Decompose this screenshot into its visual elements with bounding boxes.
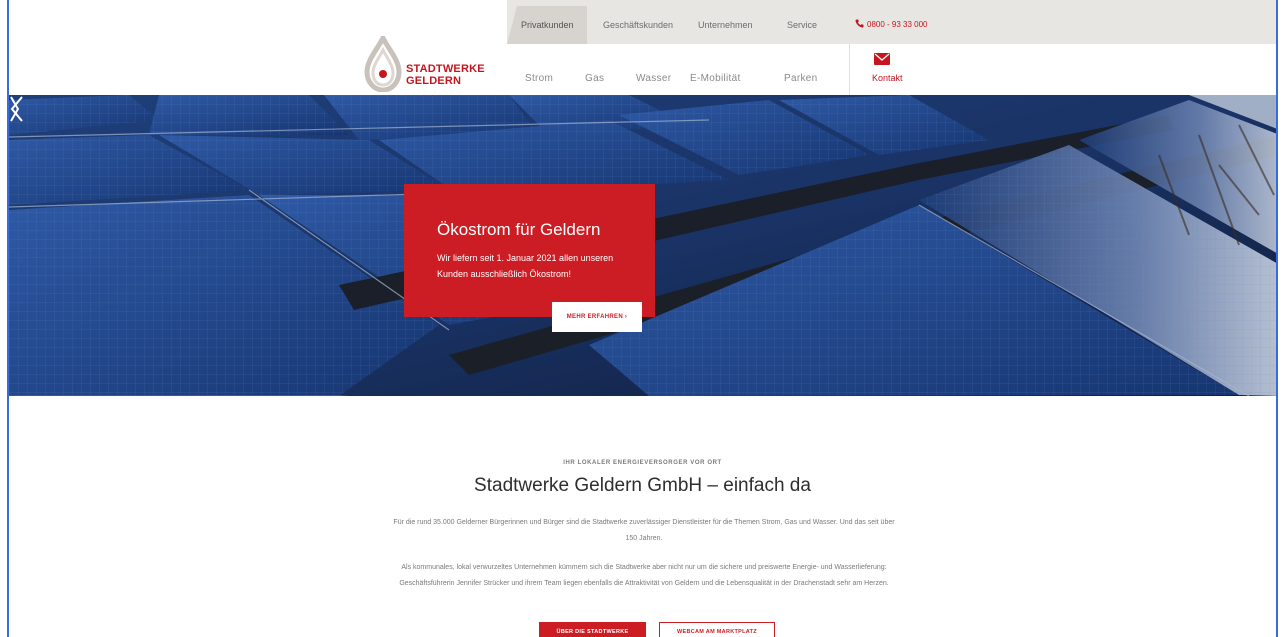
nav-item-gas[interactable]: Gas <box>585 73 604 84</box>
logo-text: STADTWERKE GELDERN <box>406 63 485 87</box>
logo-line-1: STADTWERKE <box>406 63 485 75</box>
webcam-button[interactable]: WEBCAM AM MARKTPLATZ <box>659 622 775 637</box>
meta-link-privatkunden[interactable]: Privatkunden <box>521 20 574 30</box>
hero-text: Wir liefern seit 1. Januar 2021 allen un… <box>437 253 614 279</box>
slider-next-arrow-icon[interactable] <box>9 95 19 123</box>
intro-headline: Stadtwerke Geldern GmbH – einfach da <box>474 475 811 496</box>
main-nav-bar <box>9 44 1276 95</box>
phone-icon <box>855 19 864 28</box>
contact-label: Kontakt <box>872 73 903 83</box>
nav-item-strom[interactable]: Strom <box>525 73 553 84</box>
meta-link-geschaeftskunden[interactable]: Geschäftskunden <box>603 20 673 30</box>
nav-item-parken[interactable]: Parken <box>784 73 818 84</box>
phone-number: 0800 - 93 33 000 <box>867 20 928 29</box>
logo-line-2: GELDERN <box>406 75 462 87</box>
intro-eyebrow: IHR LOKALER ENERGIEVERSORGER VOR ORT <box>563 460 722 466</box>
intro-paragraph-2: Als kommunales, lokal verwurzeltes Unter… <box>399 564 889 587</box>
about-button[interactable]: ÜBER DIE STADTWERKE <box>539 622 646 637</box>
hero-more-button[interactable]: MEHR ERFAHREN › <box>552 302 642 332</box>
envelope-icon <box>874 53 890 65</box>
hero-teaser-box: Ökostrom für Geldern Wir liefern seit 1.… <box>404 184 655 332</box>
nav-item-e-mobilitaet[interactable]: E-Mobilität <box>690 73 741 84</box>
browser-viewport: Privatkunden Geschäftskunden Unternehmen… <box>7 0 1278 637</box>
intro-paragraph-1: Für die rund 35.000 Gelderner Bürgerinne… <box>393 519 895 542</box>
meta-link-service[interactable]: Service <box>787 20 817 30</box>
meta-link-unternehmen[interactable]: Unternehmen <box>698 20 753 30</box>
phone-link[interactable]: 0800 - 93 33 000 <box>855 19 928 29</box>
logo-drop-icon <box>364 36 402 92</box>
hero-title: Ökostrom für Geldern <box>437 220 601 239</box>
contact-nav-button[interactable]: Kontakt <box>849 44 937 95</box>
logo[interactable]: STADTWERKE GELDERN <box>361 36 491 92</box>
nav-item-wasser[interactable]: Wasser <box>636 73 671 84</box>
